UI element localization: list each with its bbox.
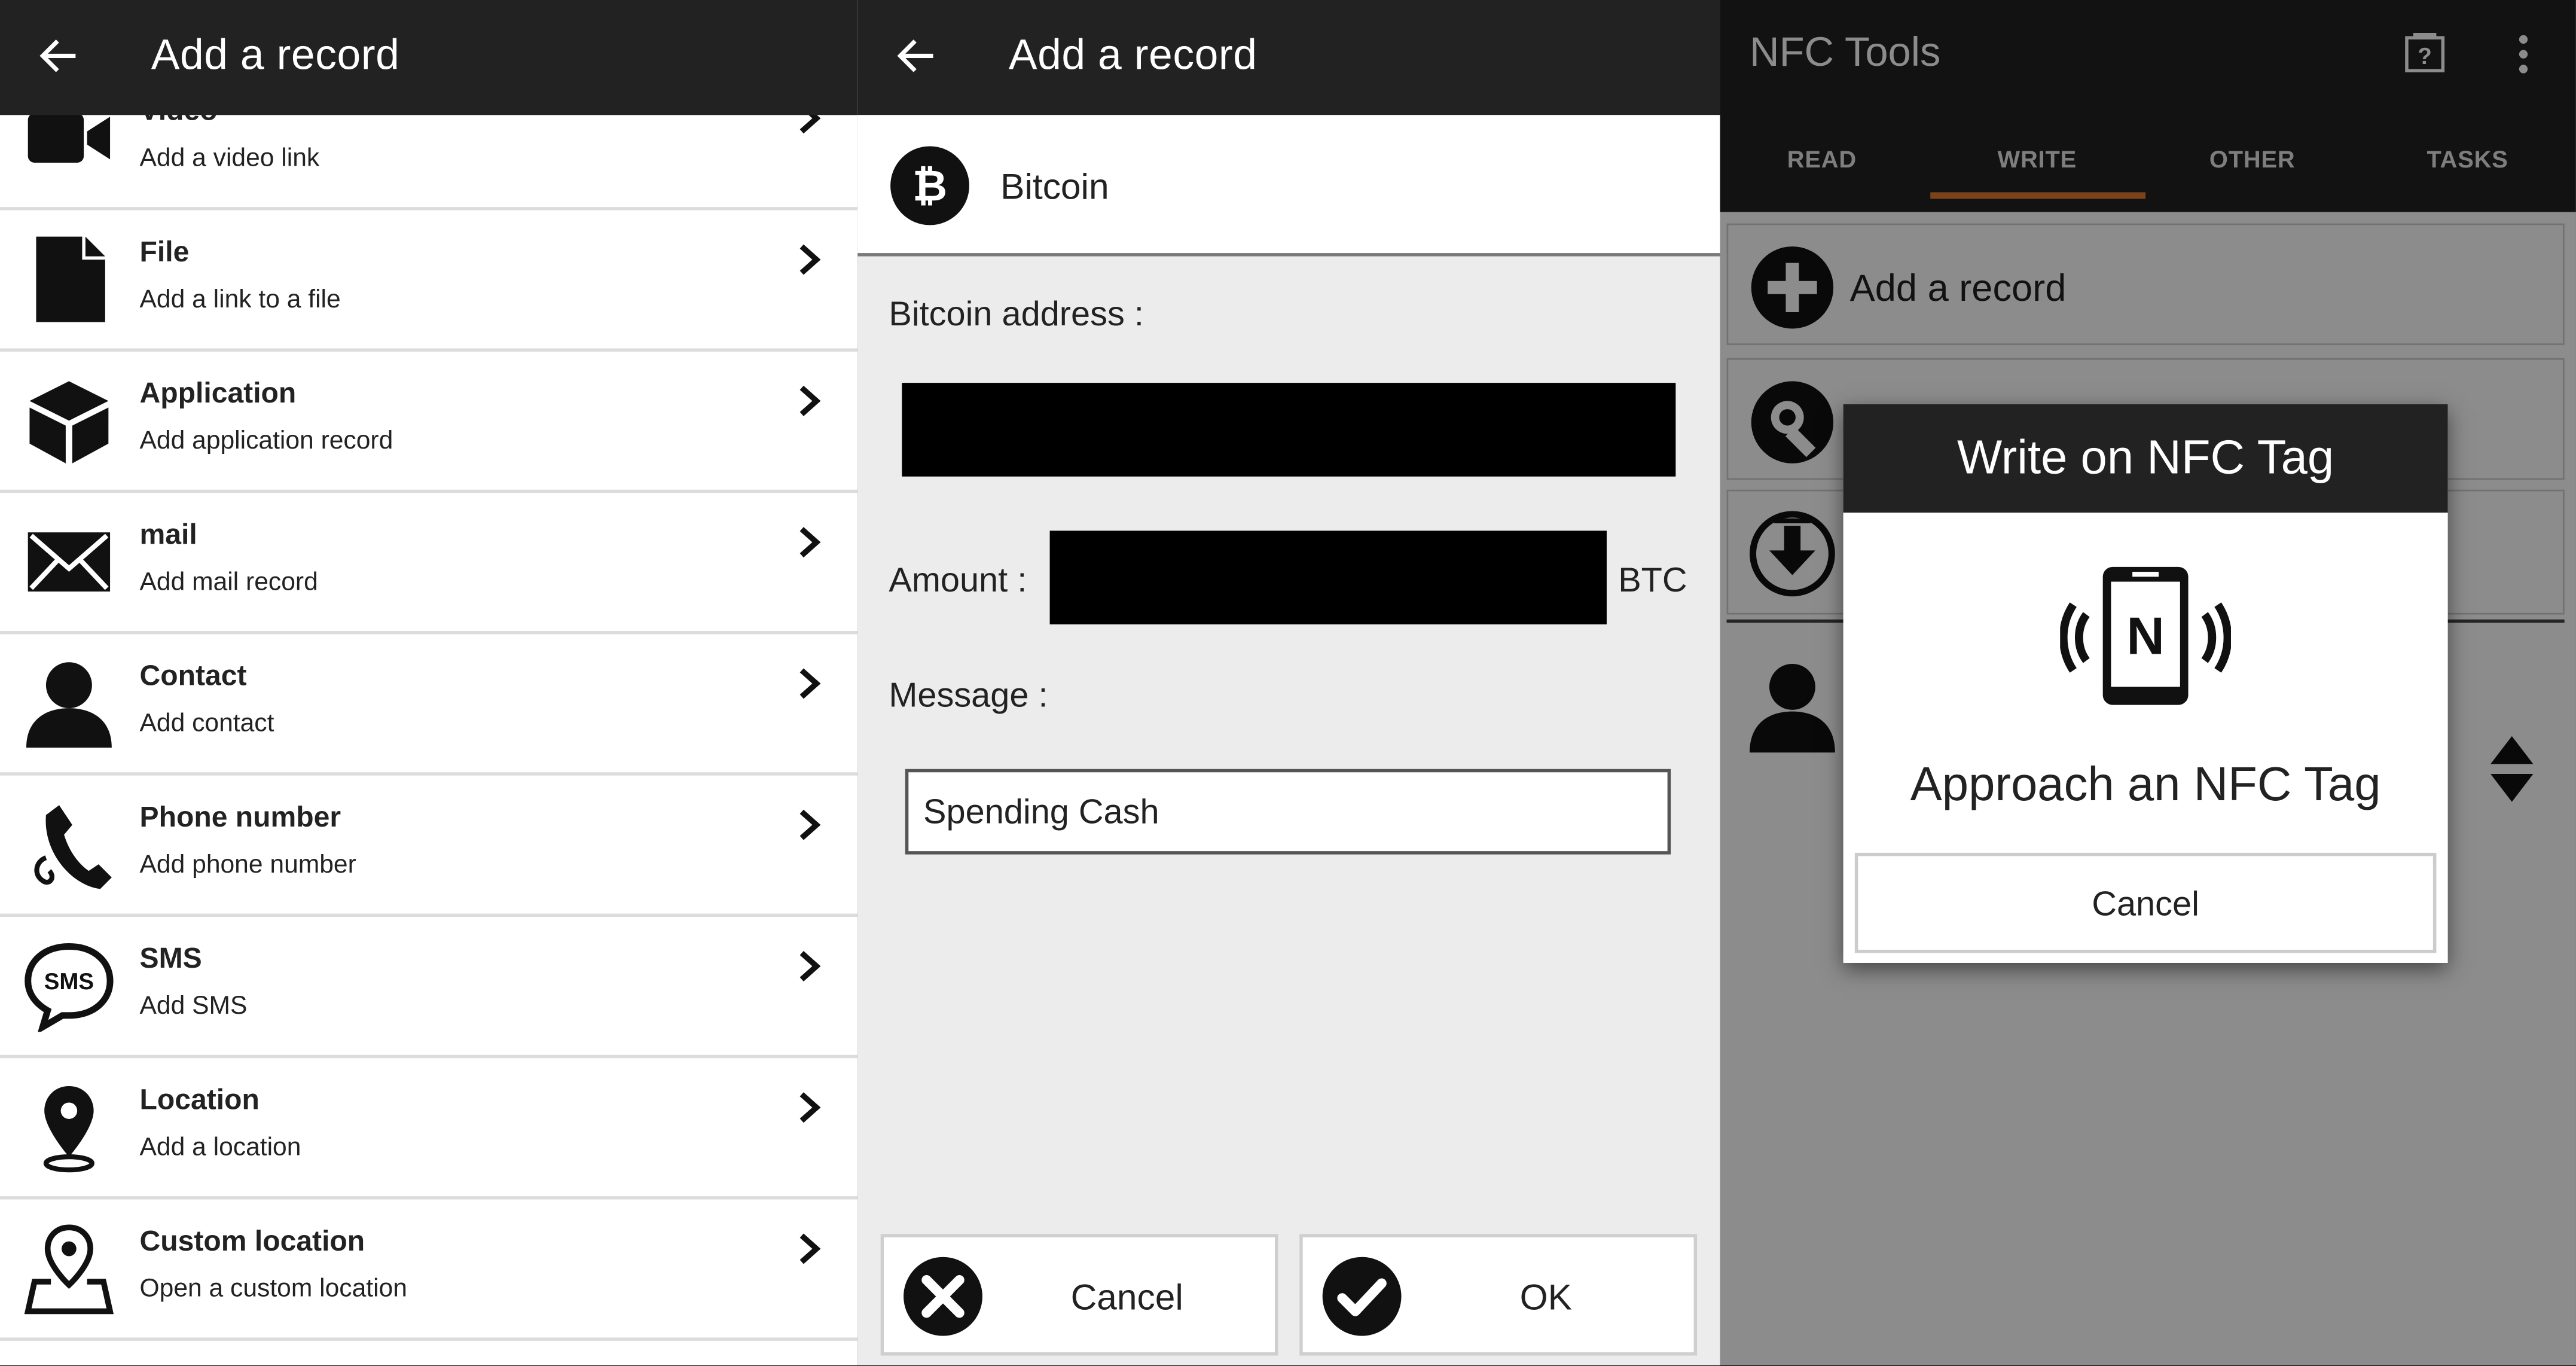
nfc-phone-icon: N <box>2060 566 2231 705</box>
amount-label: Amount : <box>889 562 1027 600</box>
message-field[interactable]: Spending Cash <box>905 769 1671 855</box>
list-item-mail[interactable]: mail Add mail record <box>0 493 858 635</box>
list-item-subtitle: Add application record <box>139 427 393 456</box>
file-icon <box>36 236 105 322</box>
dialog-title: Write on NFC Tag <box>1843 404 2448 513</box>
dialog-cancel-button[interactable]: Cancel <box>1854 852 2437 953</box>
list-item-subtitle: Add contact <box>139 709 274 738</box>
ok-button[interactable]: OK <box>1299 1234 1698 1356</box>
list-item-subtitle: Add a link to a file <box>139 286 341 314</box>
list-item-subtitle: Add a location <box>139 1133 301 1162</box>
list-item-title: Location <box>139 1083 260 1116</box>
dialog-message: Approach an NFC Tag <box>1910 759 2381 812</box>
phone-icon <box>34 805 112 889</box>
nfc-tools-write-screen: NFC Tools ? READ WRITE OTHER TASKS Add a… <box>1720 0 2576 1366</box>
sms-bubble-icon: SMS <box>25 943 114 1032</box>
list-item-subtitle: Add SMS <box>139 992 248 1021</box>
map-pin-icon <box>43 1086 94 1173</box>
list-item-title: Application <box>139 376 297 410</box>
list-item-title: mail <box>139 517 197 551</box>
message-label: Message : <box>889 676 1048 715</box>
bitcoin-address-field[interactable] <box>902 383 1676 477</box>
list-item-custom-location[interactable]: Custom location Open a custom location <box>0 1199 858 1341</box>
list-item-application[interactable]: Application Add application record <box>0 351 858 493</box>
list-item-title: Custom location <box>139 1224 365 1257</box>
list-item-title: Phone number <box>139 800 341 833</box>
chevron-right-icon <box>799 1233 821 1264</box>
write-nfc-dialog: Write on NFC Tag N Approach an NFC Tag C… <box>1843 404 2448 963</box>
ok-button-label: OK <box>1519 1276 1572 1318</box>
page-title: Add a record <box>1008 29 1258 79</box>
bitcoin-address-label: Bitcoin address : <box>889 295 1144 334</box>
list-item-subtitle: Add mail record <box>139 568 318 597</box>
list-item-subtitle: Add a video link <box>139 144 320 173</box>
chevron-right-icon <box>799 1092 821 1123</box>
svg-text:SMS: SMS <box>44 969 94 995</box>
custom-map-pin-icon <box>24 1224 114 1315</box>
list-item-sms[interactable]: SMS SMS Add SMS <box>0 917 858 1059</box>
chevron-right-icon <box>799 951 821 981</box>
nfc-letter: N <box>2126 606 2164 665</box>
chevron-right-icon <box>799 668 821 699</box>
arrow-left-icon[interactable] <box>894 33 940 79</box>
page-title: Add a record <box>151 29 400 79</box>
list-item-subtitle: Add phone number <box>139 851 356 879</box>
dialog-cancel-label: Cancel <box>2092 885 2199 924</box>
amount-field[interactable] <box>1049 530 1607 625</box>
amount-unit: BTC <box>1618 562 1687 600</box>
person-icon <box>26 662 112 748</box>
bitcoin-icon: ₿ <box>890 146 969 225</box>
envelope-icon <box>28 532 111 592</box>
record-type-list-screen: Video Add a video link File Add a link t… <box>0 0 858 1366</box>
bitcoin-record-screen: Add a record ₿ Bitcoin Bitcoin address :… <box>857 0 1720 1366</box>
chevron-right-icon <box>799 385 821 416</box>
list-item-file[interactable]: File Add a link to a file <box>0 210 858 352</box>
list-item-phone-number[interactable]: Phone number Add phone number <box>0 775 858 917</box>
record-type-label: Bitcoin <box>1000 166 1109 208</box>
message-value: Spending Cash <box>923 793 1159 832</box>
record-type-header: ₿ Bitcoin <box>857 115 1720 257</box>
arrow-left-icon[interactable] <box>36 33 82 79</box>
list-item-title: Contact <box>139 658 247 692</box>
list-item-contact[interactable]: Contact Add contact <box>0 634 858 776</box>
list-item-location[interactable]: Location Add a location <box>0 1058 858 1200</box>
cube-icon <box>29 381 109 464</box>
list-item-title: SMS <box>139 941 202 975</box>
chevron-right-icon <box>799 244 821 275</box>
cancel-button-label: Cancel <box>1070 1276 1183 1318</box>
list-item-subtitle: Open a custom location <box>139 1274 407 1303</box>
chevron-right-icon <box>799 527 821 558</box>
svg-text:₿: ₿ <box>912 161 947 211</box>
chevron-right-icon <box>799 809 821 840</box>
app-bar: Add a record <box>857 0 1720 115</box>
cancel-button[interactable]: Cancel <box>880 1234 1278 1356</box>
list-item-title: File <box>139 234 190 268</box>
app-bar: Add a record <box>0 0 858 115</box>
